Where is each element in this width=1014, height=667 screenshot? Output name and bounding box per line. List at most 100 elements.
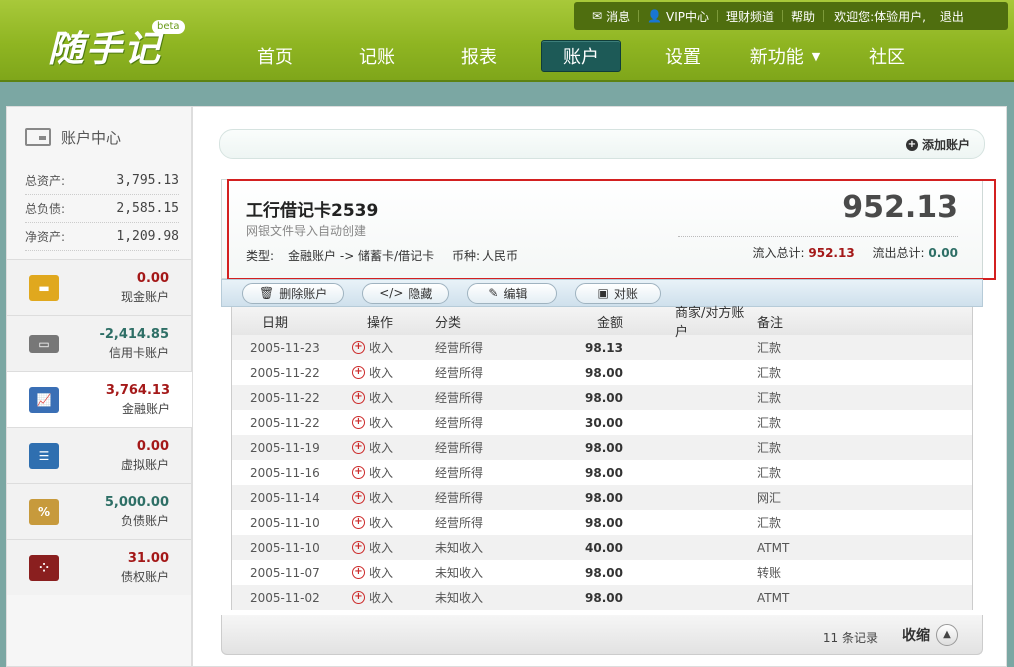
welcome-text: 欢迎您:体验用户, [834, 9, 926, 24]
collapse-button[interactable]: 收缩 ▲ [902, 624, 958, 646]
income-icon: + [352, 491, 365, 504]
row-date: 2005-11-16 [250, 465, 320, 480]
row-operation: + 收入 [340, 489, 435, 506]
sidebar-title: 账户中心 [61, 128, 122, 147]
row-note: 汇款 [757, 416, 782, 430]
row-note: 转账 [757, 566, 782, 580]
row-category: 经营所得 [435, 341, 484, 355]
row-amount: 98.00 [585, 440, 623, 455]
row-operation: + 收入 [340, 464, 435, 481]
row-note: ATMT [757, 590, 790, 605]
row-category: 经营所得 [435, 466, 484, 480]
row-category: 未知收入 [435, 566, 484, 580]
table-row[interactable]: 2005-11-02 + 收入 未知收入 98.00 ATMT [232, 585, 972, 610]
chevron-up-icon: ▲ [936, 624, 958, 646]
logout-link[interactable]: 退出 [932, 8, 972, 25]
sidebar-item-liability[interactable]: % 5,000.00 负债账户 [7, 483, 191, 539]
row-date: 2005-11-22 [250, 415, 320, 430]
row-amount: 98.00 [585, 515, 623, 530]
sidebar: 账户中心 总资产: 3,795.13 总负债: 2,585.15 净资产: 1,… [6, 106, 192, 667]
row-note: 汇款 [757, 441, 782, 455]
table-row[interactable]: 2005-11-10 + 收入 未知收入 40.00 ATMT [232, 535, 972, 560]
nav-record[interactable]: 记账 [326, 40, 428, 72]
table-row[interactable]: 2005-11-22 + 收入 经营所得 98.00 汇款 [232, 360, 972, 385]
row-operation: + 收入 [340, 539, 435, 556]
finance-link[interactable]: 理财频道 [718, 8, 782, 25]
row-amount: 98.00 [585, 390, 623, 405]
nav-home[interactable]: 首页 [224, 40, 326, 72]
nav-community[interactable]: 社区 [836, 40, 938, 72]
sidebar-item-financial[interactable]: 📈 3,764.13 金融账户 [7, 371, 192, 427]
table-row[interactable]: 2005-11-16 + 收入 经营所得 98.00 汇款 [232, 460, 972, 485]
row-amount: 98.00 [585, 565, 623, 580]
table-row[interactable]: 2005-11-19 + 收入 经营所得 98.00 汇款 [232, 435, 972, 460]
row-category: 未知收入 [435, 541, 484, 555]
table-row[interactable]: 2005-11-14 + 收入 经营所得 98.00 网汇 [232, 485, 972, 510]
row-note: ATMT [757, 540, 790, 555]
nav-settings[interactable]: 设置 [632, 40, 734, 72]
highlight-box [227, 179, 996, 280]
totals-summary: 总资产: 3,795.13 总负债: 2,585.15 净资产: 1,209.9… [7, 167, 191, 251]
row-amount: 40.00 [585, 540, 623, 555]
income-icon: + [352, 516, 365, 529]
help-link[interactable]: 帮助 [783, 8, 823, 25]
nav-features[interactable]: 新功能 ▼ [734, 40, 836, 72]
row-operation: + 收入 [340, 339, 435, 356]
table-footer: 11 条记录 收缩 ▲ [221, 615, 983, 655]
sidebar-item-cash[interactable]: ▬ 0.00 现金账户 [7, 259, 191, 315]
beta-badge: beta [152, 20, 185, 34]
nav-account[interactable]: 账户 [541, 40, 621, 72]
row-operation: + 收入 [340, 414, 435, 431]
reconcile-button[interactable]: ▣ 对账 [574, 282, 661, 304]
income-icon: + [352, 341, 365, 354]
messages-link[interactable]: ✉ 消息 [584, 8, 638, 25]
row-amount: 98.00 [585, 490, 623, 505]
delete-account-button[interactable]: 🗑 删除账户 [242, 282, 345, 304]
row-date: 2005-11-10 [250, 540, 320, 555]
pencil-icon: ✎ [488, 286, 499, 300]
sidebar-item-virtual[interactable]: ☰ 0.00 虚拟账户 [7, 427, 191, 483]
income-icon: + [352, 391, 365, 404]
row-category: 经营所得 [435, 441, 484, 455]
row-amount: 98.00 [585, 365, 623, 380]
table-row[interactable]: 2005-11-10 + 收入 经营所得 98.00 汇款 [232, 510, 972, 535]
virtual-card-icon: ☰ [29, 442, 59, 469]
edit-button[interactable]: ✎ 编辑 [467, 282, 557, 304]
row-note: 汇款 [757, 341, 782, 355]
stock-chart-icon: 📈 [29, 386, 59, 413]
hide-button[interactable]: </> 隐藏 [362, 282, 450, 304]
nav-report[interactable]: 报表 [428, 40, 530, 72]
table-row[interactable]: 2005-11-23 + 收入 经营所得 98.13 汇款 [232, 335, 972, 360]
account-list: ▬ 0.00 现金账户 ▭ -2,414.85 信用卡账户 📈 3,764.13… [7, 259, 192, 595]
sidebar-item-creditor[interactable]: ⁘ 31.00 债权账户 [7, 539, 191, 595]
table-row[interactable]: 2005-11-22 + 收入 经营所得 98.00 汇款 [232, 385, 972, 410]
income-icon: + [352, 441, 365, 454]
top-toolbar: + 添加账户 [219, 129, 985, 159]
row-note: 汇款 [757, 516, 782, 530]
table-row[interactable]: 2005-11-07 + 收入 未知收入 98.00 转账 [232, 560, 972, 585]
action-bar: 🗑 删除账户 </> 隐藏 ✎ 编辑 ▣ 对账 [221, 279, 983, 307]
table-body: 2005-11-23 + 收入 经营所得 98.13 汇款 2005-11-22 + 收入 经营所… [232, 335, 972, 610]
table-row[interactable]: 2005-11-22 + 收入 经营所得 30.00 汇款 [232, 410, 972, 435]
row-note: 汇款 [757, 466, 782, 480]
row-date: 2005-11-19 [250, 440, 320, 455]
row-note: 汇款 [757, 391, 782, 405]
income-icon: + [352, 366, 365, 379]
income-icon: + [352, 591, 365, 604]
row-note: 网汇 [757, 491, 782, 505]
income-icon: + [352, 566, 365, 579]
row-category: 经营所得 [435, 366, 484, 380]
envelope-icon: ✉ [592, 9, 603, 23]
logo[interactable]: 随手记 [48, 20, 162, 72]
sidebar-item-credit-card[interactable]: ▭ -2,414.85 信用卡账户 [7, 315, 191, 371]
row-amount: 30.00 [585, 415, 623, 430]
add-account-button[interactable]: + 添加账户 [905, 136, 970, 153]
calculator-icon: ▣ [597, 286, 609, 300]
vip-link[interactable]: 👤 VIP中心 [639, 8, 717, 25]
row-amount: 98.00 [585, 590, 623, 605]
transactions-table: 日期 操作 分类 金额 商家/对方账户 备注 2005-11-23 + 收入 经营所得… [231, 306, 973, 610]
row-date: 2005-11-23 [250, 340, 320, 355]
row-category: 经营所得 [435, 416, 484, 430]
gold-bars-icon: ▬ [29, 274, 59, 301]
abacus-icon: ⁘ [29, 554, 59, 581]
